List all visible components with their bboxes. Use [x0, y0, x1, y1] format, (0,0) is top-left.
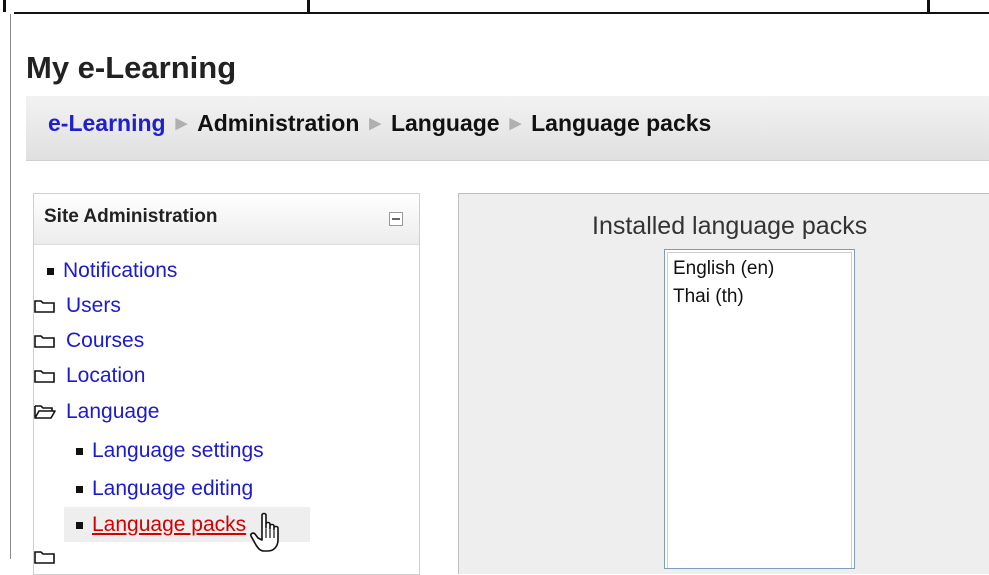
tree-item-label: Location: [66, 364, 146, 387]
tree-item-label: Language: [66, 400, 160, 423]
collapse-block-icon[interactable]: [389, 212, 403, 226]
folder-icon: [33, 333, 57, 349]
top-left-tick: [3, 0, 6, 12]
breadcrumb-language-packs: Language packs: [531, 110, 712, 136]
breadcrumb-separator-icon: ▶: [509, 115, 522, 132]
hand-cursor-icon: [248, 512, 286, 553]
installed-language-packs-heading: Installed language packs: [592, 212, 868, 240]
tree-item-next-folder[interactable]: [33, 543, 66, 571]
folder-icon: [33, 549, 57, 565]
tree-item-language-packs[interactable]: Language packs: [76, 511, 246, 539]
breadcrumb-home-link[interactable]: e-Learning: [48, 110, 166, 136]
tree-item-label: Courses: [66, 329, 145, 352]
tree-item-label: Users: [66, 294, 121, 317]
bullet-icon: [76, 521, 83, 529]
block-title: Site Administration: [44, 206, 218, 227]
tree-item-users[interactable]: Users: [33, 292, 121, 320]
tree-item-notifications[interactable]: Notifications: [47, 257, 177, 285]
tree-item-label: Language settings: [92, 439, 264, 462]
top-mid-tick: [307, 0, 310, 12]
language-option-thai[interactable]: Thai (th): [673, 286, 744, 308]
block-header: Site Administration: [34, 194, 419, 245]
top-right-tick: [927, 0, 930, 12]
breadcrumb-separator-icon: ▶: [175, 115, 188, 132]
breadcrumb: e-Learning ▶ Administration ▶ Language ▶ Langu…: [48, 110, 711, 137]
navbar: e-Learning ▶ Administration ▶ Language ▶ Langu…: [26, 96, 989, 161]
tree-item-label: Language packs: [92, 513, 247, 536]
tree-item-label: Language editing: [92, 477, 254, 500]
tree-item-courses[interactable]: Courses: [33, 327, 144, 355]
tree-item-language-editing[interactable]: Language editing: [76, 475, 253, 503]
folder-icon: [33, 298, 57, 314]
bullet-icon: [76, 447, 83, 455]
breadcrumb-separator-icon: ▶: [369, 115, 381, 132]
bullet-icon: [47, 267, 54, 275]
tree-item-language-settings[interactable]: Language settings: [76, 437, 264, 465]
folder-icon: [33, 368, 57, 384]
tree-item-location[interactable]: Location: [33, 362, 145, 390]
folder-open-icon: [33, 404, 57, 420]
tree-item-language[interactable]: Language: [33, 398, 159, 426]
tree-item-label: Notifications: [63, 259, 178, 282]
installed-language-packs-list[interactable]: English (en) Thai (th): [664, 249, 855, 569]
language-option-english[interactable]: English (en): [673, 258, 774, 280]
bullet-icon: [76, 485, 83, 493]
breadcrumb-language: Language: [390, 110, 500, 136]
breadcrumb-administration: Administration: [197, 110, 360, 136]
site-title: My e-Learning: [26, 50, 237, 85]
